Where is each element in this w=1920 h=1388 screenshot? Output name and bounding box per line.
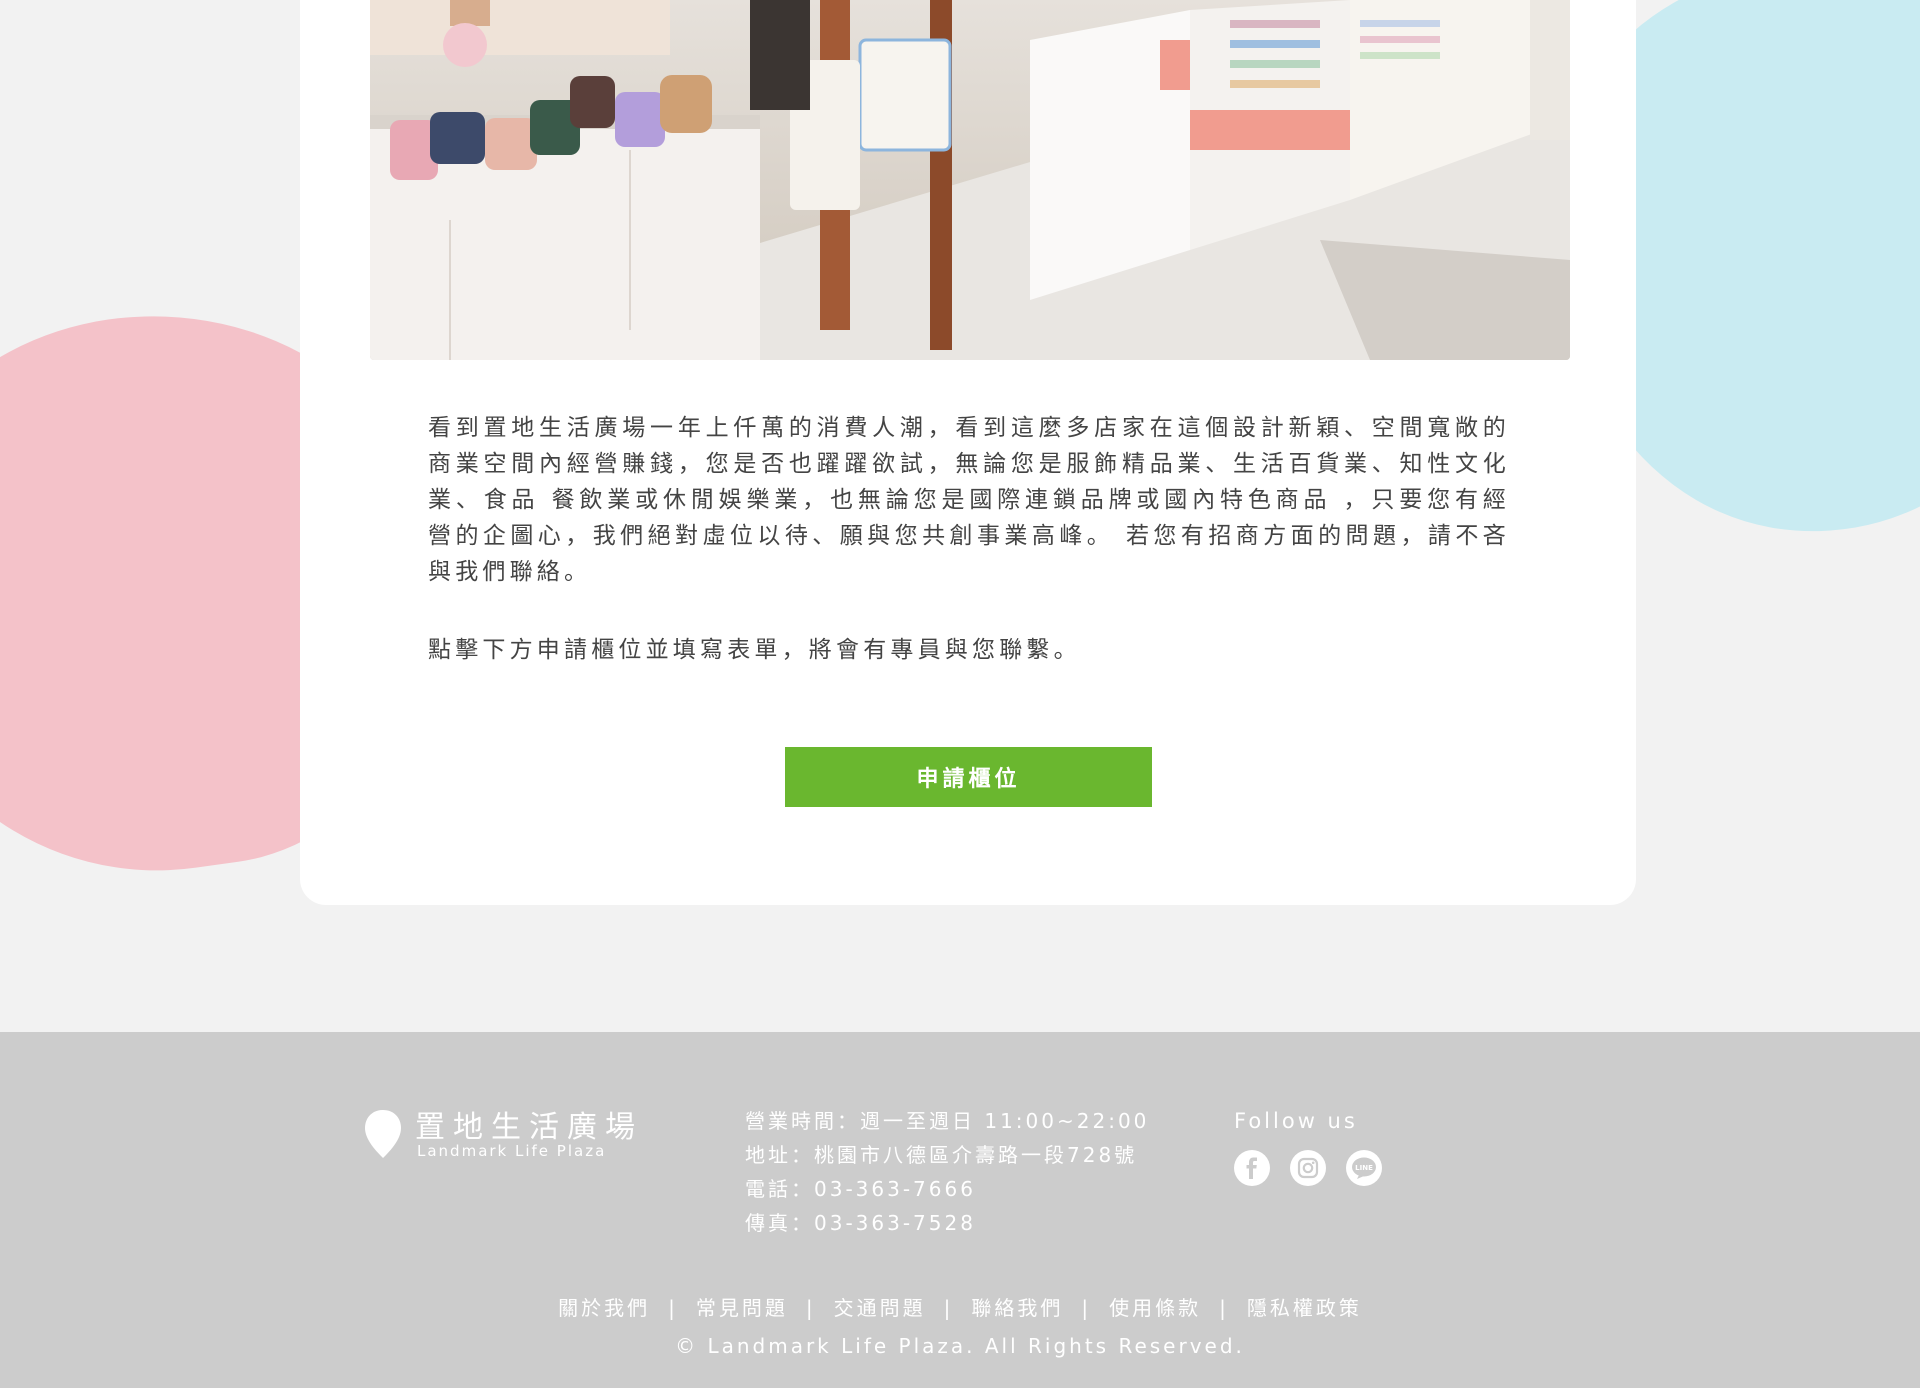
svg-text:LINE: LINE — [1355, 1164, 1373, 1172]
link-terms-of-use[interactable]: 使用條款 — [1109, 1296, 1201, 1320]
fax: 傳真：03-363-7528 — [745, 1211, 976, 1235]
link-privacy-policy[interactable]: 隱私權政策 — [1247, 1296, 1362, 1320]
link-separator: | — [1219, 1296, 1229, 1320]
link-separator: | — [1081, 1296, 1092, 1320]
apply-instruction: 點擊下方申請櫃位並填寫表單，將會有專員與您聯繫。 — [428, 637, 1081, 663]
link-transportation[interactable]: 交通問題 — [834, 1296, 926, 1320]
site-footer: 置地生活廣場 Landmark Life Plaza 營業時間：週一至週日 11… — [0, 1032, 1920, 1388]
address: 地址：桃園市八德區介壽路一段728號 — [745, 1143, 1138, 1167]
leasing-description: 看到置地生活廣場一年上仟萬的消費人潮，看到這麼多店家在這個設計新穎、空間寬敞的商… — [428, 415, 1510, 585]
facebook-icon[interactable] — [1234, 1150, 1270, 1186]
link-contact-us[interactable]: 聯絡我們 — [971, 1296, 1063, 1320]
link-separator: | — [943, 1296, 954, 1320]
link-faq[interactable]: 常見問題 — [696, 1296, 788, 1320]
footer-links: 關於我們 | 常見問題 | 交通問題 | 聯絡我們 | 使用條款 | 隱私權政策 — [0, 1292, 1920, 1321]
store-info: 營業時間：週一至週日 11:00~22:00 地址：桃園市八德區介壽路一段728… — [745, 1104, 1149, 1240]
phone: 電話：03-363-7666 — [745, 1177, 976, 1201]
social-links: LINE — [1234, 1150, 1382, 1186]
instagram-icon[interactable] — [1290, 1150, 1326, 1186]
link-separator: | — [668, 1296, 678, 1320]
link-about-us[interactable]: 關於我們 — [558, 1296, 650, 1320]
map-pin-icon — [365, 1110, 401, 1158]
follow-title: Follow us — [1234, 1109, 1358, 1133]
store-photo — [370, 0, 1570, 360]
copyright: © Landmark Life Plaza. All Rights Reserv… — [675, 1334, 1245, 1358]
logo-name-en: Landmark Life Plaza — [417, 1142, 607, 1160]
business-hours: 營業時間：週一至週日 11:00~22:00 — [745, 1109, 1150, 1133]
line-icon[interactable]: LINE — [1346, 1150, 1382, 1186]
apply-counter-button[interactable]: 申請櫃位 — [785, 747, 1152, 807]
link-separator: | — [805, 1296, 816, 1320]
logo-name-cn: 置地生活廣場 — [415, 1110, 643, 1145]
follow-us: Follow us LINE — [1234, 1104, 1382, 1186]
